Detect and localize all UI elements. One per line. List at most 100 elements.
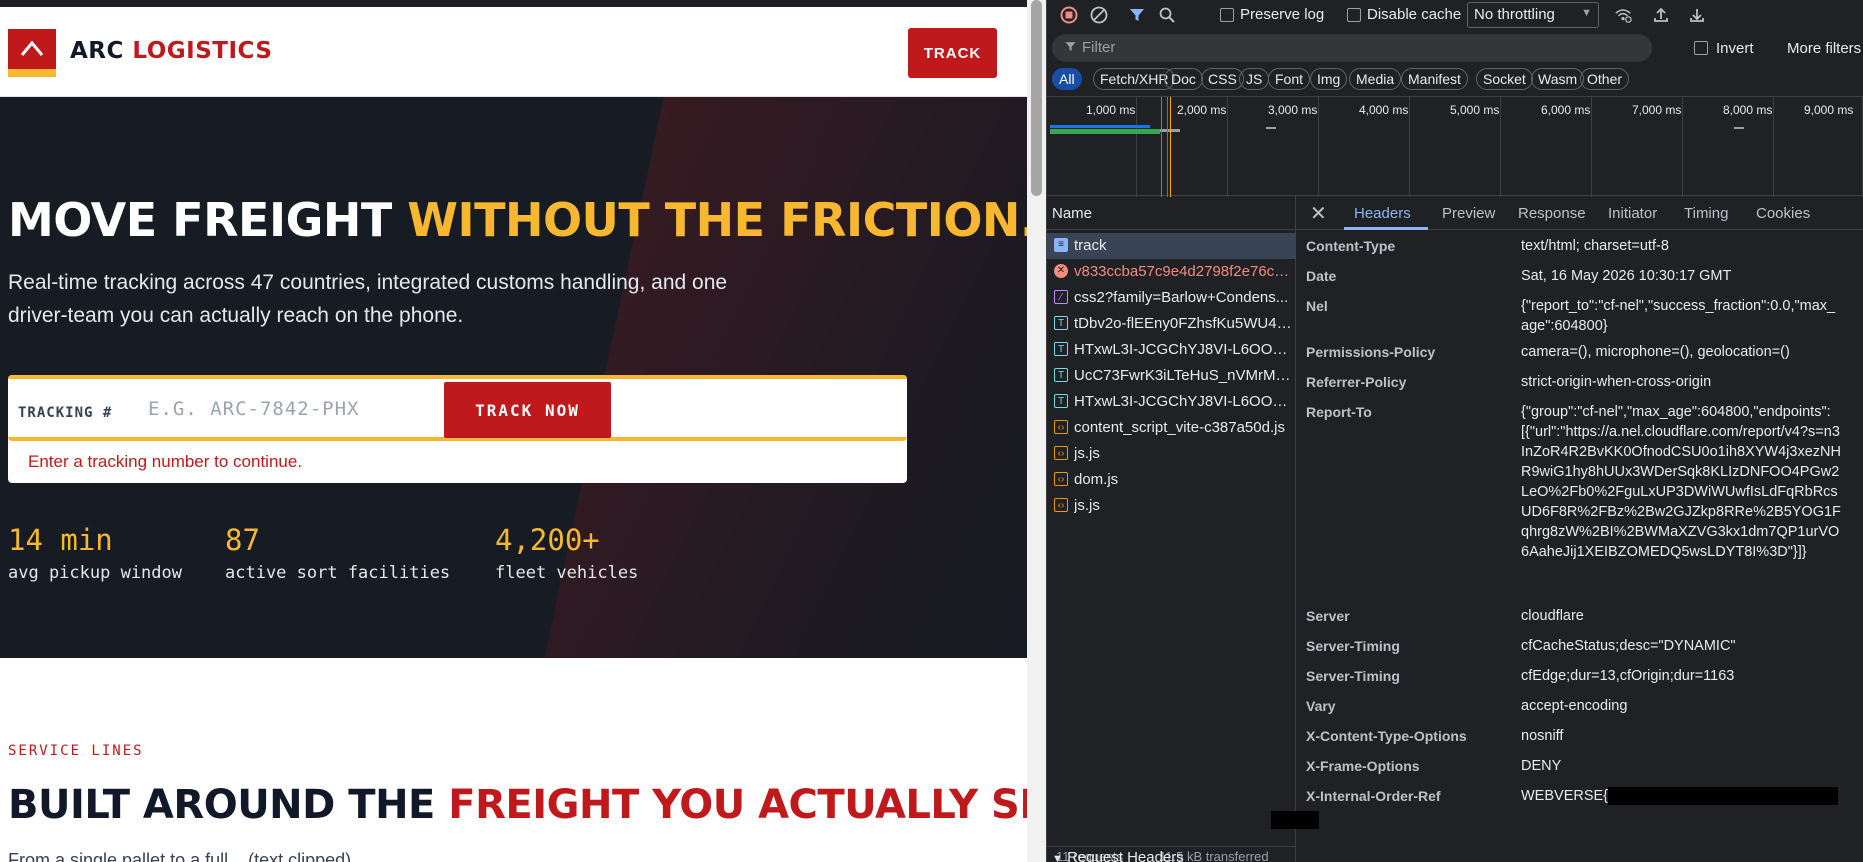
record-stop-icon[interactable] bbox=[1060, 6, 1078, 24]
request-headers-section[interactable]: ▼ Request Headers bbox=[1052, 849, 1184, 862]
tracking-number-input[interactable] bbox=[148, 393, 448, 425]
search-icon[interactable] bbox=[1158, 6, 1176, 24]
type-filter-other[interactable]: Other bbox=[1580, 68, 1630, 90]
timeline-tick-label: 1,000 ms bbox=[1086, 103, 1136, 117]
track-now-button[interactable]: TRACK NOW bbox=[444, 382, 611, 438]
waterfall-overview[interactable]: 1,000 ms 2,000 ms 3,000 ms 4,000 ms 5,00… bbox=[1046, 96, 1863, 197]
font-icon: T bbox=[1054, 368, 1068, 382]
page-scrollbar[interactable] bbox=[1027, 0, 1046, 862]
header-value: DENY bbox=[1521, 758, 1562, 774]
timeline-tick bbox=[1500, 97, 1501, 197]
disable-cache-label[interactable]: Disable cache bbox=[1367, 6, 1461, 23]
type-filter-socket[interactable]: Socket bbox=[1476, 68, 1533, 90]
header-name: Server bbox=[1306, 608, 1350, 624]
type-filter-js[interactable]: JS bbox=[1239, 68, 1270, 90]
type-filter-doc[interactable]: Doc bbox=[1164, 68, 1203, 90]
request-name: HTxwL3I-JCGChYJ8VI-L6OO_au... bbox=[1074, 393, 1292, 410]
stat-label: active sort facilities bbox=[225, 563, 451, 583]
tab-response[interactable]: Response bbox=[1518, 205, 1586, 222]
request-row[interactable]: T HTxwL3I-JCGChYJ8VI-L6OO_au... bbox=[1046, 337, 1296, 363]
type-filter-manifest[interactable]: Manifest bbox=[1401, 68, 1468, 90]
stat-value: 87 bbox=[225, 523, 260, 557]
filter-placeholder: Filter bbox=[1082, 39, 1116, 56]
preserve-log-checkbox[interactable] bbox=[1220, 8, 1234, 22]
services-title-red: FREIGHT YOU ACTUALLY SHIP. bbox=[448, 782, 1027, 828]
tracking-label: TRACKING # bbox=[18, 405, 113, 421]
timeline-tick bbox=[1227, 97, 1228, 197]
header-value: nosniff bbox=[1521, 728, 1564, 744]
font-icon: T bbox=[1054, 316, 1068, 330]
tab-timing[interactable]: Timing bbox=[1684, 205, 1728, 222]
request-row[interactable]: T tDbv2o-flEEny0FZhsfKu5WU4z... bbox=[1046, 311, 1296, 337]
header-name: Vary bbox=[1306, 698, 1336, 714]
stat-fleet: 4,200+ fleet vehicles bbox=[495, 523, 638, 583]
request-list: Name ≡ track ✕ v833ccba57c9e4d2798f2e76c… bbox=[1046, 196, 1296, 862]
type-filter-all[interactable]: All bbox=[1052, 68, 1082, 90]
type-filter-font[interactable]: Font bbox=[1268, 68, 1311, 90]
timeline-tick bbox=[1682, 97, 1683, 197]
request-name: js.js bbox=[1074, 497, 1100, 514]
tab-preview[interactable]: Preview bbox=[1442, 205, 1495, 222]
redaction-bar bbox=[1271, 811, 1319, 829]
network-conditions-icon[interactable] bbox=[1614, 6, 1632, 24]
request-row[interactable]: ‹› content_script_vite-c387a50d.js bbox=[1046, 415, 1296, 441]
tracking-form: TRACKING # TRACK NOW Enter a tracking nu… bbox=[8, 375, 907, 483]
request-row[interactable]: ‹› js.js bbox=[1046, 493, 1296, 519]
header-value: cloudflare bbox=[1521, 608, 1584, 624]
request-row[interactable]: T HTxwL3I-JCGChYJ8VI-L6OO_au... bbox=[1046, 389, 1296, 415]
detail-tabs: ✕ Headers Preview Response Initiator Tim… bbox=[1296, 196, 1863, 230]
request-name: UcC73FwrK3iLTeHuS_nVMrMx... bbox=[1074, 367, 1292, 384]
tab-headers[interactable]: Headers bbox=[1354, 205, 1411, 222]
request-row[interactable]: ‹› dom.js bbox=[1046, 467, 1296, 493]
disable-cache-checkbox[interactable] bbox=[1347, 8, 1361, 22]
stat-pickup: 14 min avg pickup window bbox=[8, 523, 182, 583]
request-name: dom.js bbox=[1074, 471, 1119, 488]
throttling-select[interactable]: No throttling ▼ bbox=[1467, 2, 1599, 28]
stat-label: avg pickup window bbox=[8, 563, 182, 583]
type-filter-img[interactable]: Img bbox=[1310, 68, 1348, 90]
font-icon: T bbox=[1054, 394, 1068, 408]
clear-icon[interactable] bbox=[1090, 6, 1108, 24]
tab-initiator[interactable]: Initiator bbox=[1608, 205, 1657, 222]
header-name: Content-Type bbox=[1306, 238, 1396, 254]
more-filters-button[interactable]: More filters bbox=[1787, 40, 1861, 57]
invert-checkbox[interactable] bbox=[1694, 41, 1708, 55]
logo-icon[interactable] bbox=[8, 29, 56, 77]
header-track-button[interactable]: TRACK bbox=[908, 28, 997, 78]
filter-funnel-icon[interactable] bbox=[1128, 6, 1146, 24]
filter-input[interactable]: Filter bbox=[1052, 34, 1652, 62]
request-list-header[interactable]: Name bbox=[1046, 196, 1296, 230]
timeline-tick-label: 7,000 ms bbox=[1632, 103, 1682, 117]
throttling-value: No throttling bbox=[1474, 6, 1555, 23]
header-value: cfCacheStatus;desc="DYNAMIC" bbox=[1521, 638, 1736, 654]
header-value: strict-origin-when-cross-origin bbox=[1521, 374, 1712, 390]
export-har-icon[interactable] bbox=[1688, 6, 1706, 24]
request-row[interactable]: T UcC73FwrK3iLTeHuS_nVMrMx... bbox=[1046, 363, 1296, 389]
type-filter-media[interactable]: Media bbox=[1349, 68, 1402, 90]
script-icon: ‹› bbox=[1054, 472, 1068, 486]
header-value-redacted: WEBVERSE{ bbox=[1521, 786, 1841, 806]
tab-cookies[interactable]: Cookies bbox=[1756, 205, 1810, 222]
request-name: v833ccba57c9e4d2798f2e76ce... bbox=[1074, 263, 1292, 280]
header-value: Sat, 16 May 2026 10:30:17 GMT bbox=[1521, 268, 1732, 284]
waterfall-bar bbox=[1734, 127, 1744, 129]
request-row[interactable]: ⁄ css2?family=Barlow+Condens... bbox=[1046, 285, 1296, 311]
import-har-icon[interactable] bbox=[1652, 6, 1670, 24]
script-icon: ‹› bbox=[1054, 420, 1068, 434]
filter-icon bbox=[1064, 40, 1077, 56]
request-row[interactable]: ✕ v833ccba57c9e4d2798f2e76ce... bbox=[1046, 259, 1296, 285]
type-filter-css[interactable]: CSS bbox=[1201, 68, 1244, 90]
request-row[interactable]: ≡ track bbox=[1046, 233, 1296, 259]
request-name: track bbox=[1074, 237, 1107, 254]
preserve-log-label[interactable]: Preserve log bbox=[1240, 6, 1324, 23]
header-value: {"group":"cf-nel","max_age":604800,"endp… bbox=[1521, 404, 1841, 560]
header-value: camera=(), microphone=(), geolocation=() bbox=[1521, 344, 1790, 360]
load-event-marker bbox=[1170, 97, 1171, 197]
request-row[interactable]: ‹› js.js bbox=[1046, 441, 1296, 467]
request-name: js.js bbox=[1074, 445, 1100, 462]
type-filter-wasm[interactable]: Wasm bbox=[1531, 68, 1585, 90]
brand-name[interactable]: ARC LOGISTICS bbox=[70, 38, 272, 64]
timeline-tick-label: 3,000 ms bbox=[1268, 103, 1318, 117]
close-icon[interactable]: ✕ bbox=[1310, 201, 1327, 226]
scrollbar-thumb[interactable] bbox=[1031, 0, 1042, 196]
